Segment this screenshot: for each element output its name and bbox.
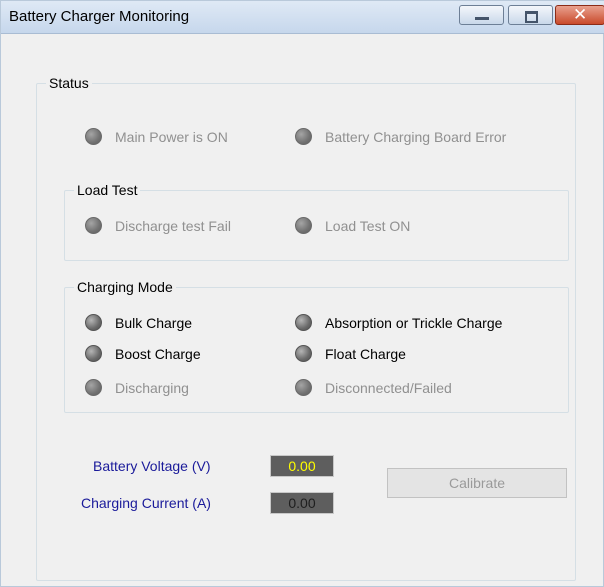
minimize-button[interactable] bbox=[459, 5, 504, 25]
battery-charger-window: Battery Charger Monitoring ✕ Status Main… bbox=[0, 0, 604, 587]
led-indicator-icon bbox=[295, 379, 312, 396]
charging-current-value: 0.00 bbox=[270, 492, 334, 514]
indicator-label: Discharge test Fail bbox=[115, 217, 231, 234]
charging-current-label: Charging Current (A) bbox=[81, 495, 211, 511]
load-test-group-label: Load Test bbox=[74, 182, 141, 198]
indicator-board-error: Battery Charging Board Error bbox=[295, 128, 506, 145]
indicator-disconnected-failed: Disconnected/Failed bbox=[295, 379, 452, 396]
indicator-label: Discharging bbox=[115, 379, 189, 396]
maximize-icon bbox=[525, 11, 538, 23]
led-indicator-icon bbox=[295, 345, 312, 362]
close-icon: ✕ bbox=[573, 5, 588, 25]
window-title: Battery Charger Monitoring bbox=[9, 8, 190, 25]
minimize-icon bbox=[475, 17, 489, 20]
charging-mode-group-label: Charging Mode bbox=[74, 279, 176, 295]
led-indicator-icon bbox=[85, 379, 102, 396]
led-indicator-icon bbox=[85, 128, 102, 145]
calibrate-button[interactable]: Calibrate bbox=[387, 468, 567, 498]
indicator-load-test-on: Load Test ON bbox=[295, 217, 410, 234]
maximize-button[interactable] bbox=[508, 5, 553, 25]
status-group-label: Status bbox=[46, 75, 92, 91]
indicator-label: Main Power is ON bbox=[115, 128, 228, 145]
indicator-label: Load Test ON bbox=[325, 217, 411, 234]
indicator-label: Battery Charging Board Error bbox=[325, 128, 507, 145]
indicator-main-power: Main Power is ON bbox=[85, 128, 228, 145]
indicator-bulk-charge: Bulk Charge bbox=[85, 314, 192, 331]
indicator-absorption-trickle: Absorption or Trickle Charge bbox=[295, 314, 502, 331]
led-indicator-icon bbox=[295, 128, 312, 145]
indicator-boost-charge: Boost Charge bbox=[85, 345, 201, 362]
indicator-label: Disconnected/Failed bbox=[325, 379, 452, 396]
led-indicator-icon bbox=[295, 314, 312, 331]
led-indicator-icon bbox=[85, 217, 102, 234]
led-indicator-icon bbox=[85, 345, 102, 362]
indicator-discharging: Discharging bbox=[85, 379, 189, 396]
battery-voltage-label: Battery Voltage (V) bbox=[93, 458, 211, 474]
indicator-discharge-test-fail: Discharge test Fail bbox=[85, 217, 231, 234]
battery-voltage-value: 0.00 bbox=[270, 455, 334, 477]
indicator-float-charge: Float Charge bbox=[295, 345, 406, 362]
indicator-label: Float Charge bbox=[325, 345, 406, 362]
title-bar[interactable]: Battery Charger Monitoring ✕ bbox=[1, 1, 604, 34]
led-indicator-icon bbox=[295, 217, 312, 234]
close-button[interactable]: ✕ bbox=[555, 5, 604, 25]
indicator-label: Absorption or Trickle Charge bbox=[325, 314, 503, 331]
led-indicator-icon bbox=[85, 314, 102, 331]
indicator-label: Boost Charge bbox=[115, 345, 201, 362]
indicator-label: Bulk Charge bbox=[115, 314, 193, 331]
